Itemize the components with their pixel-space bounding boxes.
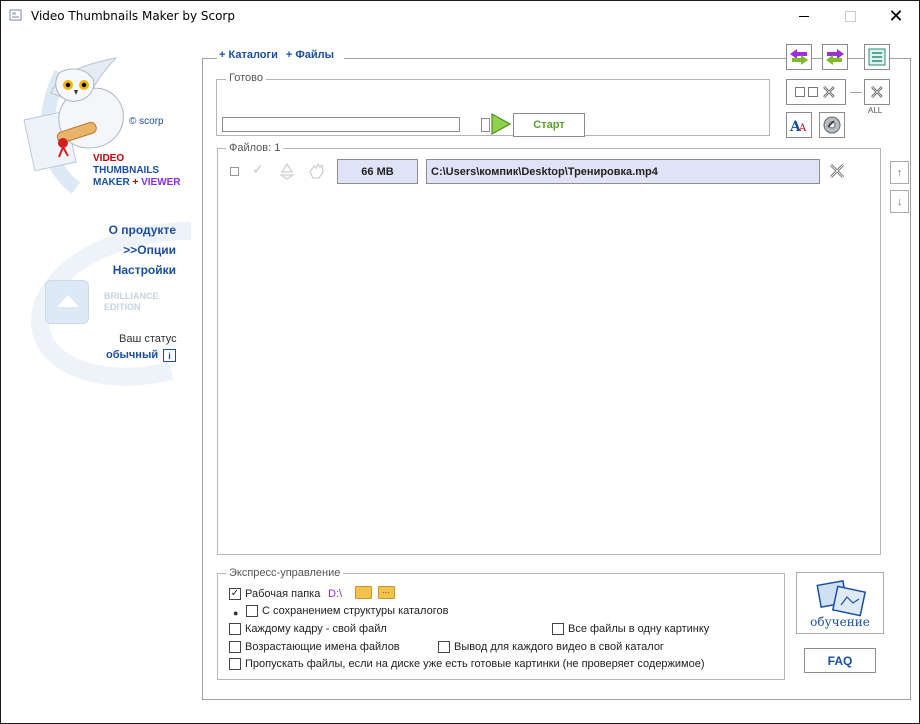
- file-path-cell[interactable]: C:\Users\компик\Desktop\Тренировка.mp4: [426, 159, 820, 184]
- brand-viewer: VIEWER: [141, 177, 181, 188]
- learn-label: обучение: [810, 615, 870, 629]
- check-mark-icon[interactable]: ✓: [252, 161, 264, 178]
- remove-x-icon: [830, 164, 844, 178]
- font-button[interactable]: A A: [786, 112, 812, 138]
- maximize-button[interactable]: [827, 1, 873, 31]
- bullet-icon: ●: [233, 608, 239, 618]
- checkbox-empty-icon: [795, 87, 805, 97]
- disc-icon: [823, 116, 841, 134]
- work-folder-checkbox[interactable]: ✓: [229, 588, 241, 600]
- move-left-button[interactable]: [786, 44, 812, 70]
- ellipsis-glyph: ...: [382, 585, 390, 595]
- file-row-checkbox[interactable]: [230, 167, 239, 176]
- title-bar: Video Thumbnails Maker by Scorp ✕: [1, 1, 919, 31]
- arrow-up-icon: ↑: [896, 166, 903, 179]
- each-video-dir-checkbox[interactable]: [438, 641, 450, 653]
- hand-icon[interactable]: [305, 160, 327, 182]
- progress-bar: [222, 117, 460, 132]
- folder-browse-icon[interactable]: ...: [378, 585, 395, 599]
- work-folder-label: Рабочая папка: [245, 588, 321, 600]
- move-down-button[interactable]: ↓: [890, 190, 909, 213]
- scorp-copyright: © scorp: [129, 116, 164, 127]
- toolbar-divider: [850, 92, 862, 93]
- edition-line1: BRILLIANCE: [104, 291, 159, 301]
- arrow-down-icon: ↓: [896, 195, 903, 208]
- each-frame-checkbox[interactable]: [229, 623, 241, 635]
- move-right-button[interactable]: [822, 44, 848, 70]
- skip-files-checkbox[interactable]: [229, 658, 241, 670]
- ascending-label: Возрастающие имена файлов: [245, 641, 400, 653]
- about-product-link[interactable]: О продукте: [109, 223, 176, 237]
- disc-button[interactable]: [819, 112, 845, 138]
- files-group: [217, 148, 881, 555]
- minimize-button[interactable]: [781, 1, 827, 31]
- status-value: обычный: [106, 349, 159, 361]
- tabs-header: + Каталоги + Файлы: [217, 49, 344, 61]
- product-brand: VIDEO THUMBNAILS MAKER + VIEWER: [93, 153, 181, 189]
- delete-x-icon: [823, 86, 835, 98]
- list-view-button[interactable]: [864, 44, 890, 70]
- app-icon: [9, 9, 22, 21]
- remove-file-button[interactable]: [828, 162, 846, 183]
- move-up-button[interactable]: ↑: [890, 161, 909, 184]
- brand-thumbnails: THUMBNAILS: [93, 165, 160, 176]
- tab-catalogs[interactable]: + Каталоги: [219, 49, 278, 61]
- checkbox-empty-icon-2: [808, 87, 818, 97]
- skip-files-label: Пропускать файлы, если на диске уже есть…: [245, 658, 705, 670]
- list-icon: [868, 48, 886, 66]
- tab-files[interactable]: + Файлы: [286, 49, 334, 61]
- app-window: Video Thumbnails Maker by Scorp ✕ © scor…: [0, 0, 920, 724]
- tutorial-pictures-icon: [816, 580, 867, 617]
- ascending-checkbox[interactable]: [229, 641, 241, 653]
- settings-link[interactable]: Настройки: [113, 263, 176, 277]
- font-icon: A A: [789, 119, 807, 134]
- keep-structure-label: С сохранением структуры каталогов: [262, 605, 449, 617]
- options-link[interactable]: >>Опции: [123, 243, 176, 257]
- all-label: ALL: [868, 106, 883, 115]
- start-button[interactable]: Старт: [513, 113, 585, 137]
- brilliance-upgrade-icon[interactable]: [45, 280, 89, 324]
- recycle-icon[interactable]: [277, 161, 297, 181]
- keep-structure-checkbox[interactable]: [246, 605, 258, 617]
- svg-text:A: A: [798, 123, 807, 134]
- brilliance-edition-label: BRILLIANCE EDITION: [104, 291, 159, 313]
- swap-arrows-alt-icon: [826, 49, 844, 65]
- info-icon[interactable]: i: [163, 349, 176, 362]
- brand-maker: MAKER: [93, 177, 130, 188]
- all-one-label: Все файлы в одну картинку: [568, 623, 710, 635]
- each-frame-label: Каждому кадру - свой файл: [245, 623, 387, 635]
- close-button[interactable]: ✕: [873, 1, 919, 31]
- edition-line2: EDITION: [104, 302, 141, 312]
- file-size-cell: 66 MB: [337, 159, 418, 184]
- all-one-checkbox[interactable]: [552, 623, 564, 635]
- files-legend: Файлов: 1: [226, 142, 284, 154]
- express-legend: Экспресс-управление: [226, 567, 344, 579]
- learn-button[interactable]: обучение: [796, 572, 884, 634]
- brand-video: VIDEO: [93, 153, 125, 164]
- each-video-dir-label: Вывод для каждого видео в свой каталог: [454, 641, 664, 653]
- brand-plus: +: [129, 177, 142, 188]
- status-label: Ваш статус: [119, 333, 177, 345]
- window-title: Video Thumbnails Maker by Scorp: [31, 9, 235, 23]
- delete-all-x-icon: [871, 86, 883, 98]
- delete-all-button[interactable]: [864, 79, 890, 105]
- faq-button[interactable]: FAQ: [804, 648, 876, 673]
- play-icon[interactable]: [489, 112, 513, 136]
- ready-legend: Готово: [226, 72, 266, 84]
- select-toggle-group[interactable]: [786, 79, 846, 105]
- folder-icon[interactable]: [355, 586, 372, 599]
- swap-arrows-icon: [790, 49, 808, 65]
- work-folder-drive[interactable]: D:\: [328, 588, 342, 600]
